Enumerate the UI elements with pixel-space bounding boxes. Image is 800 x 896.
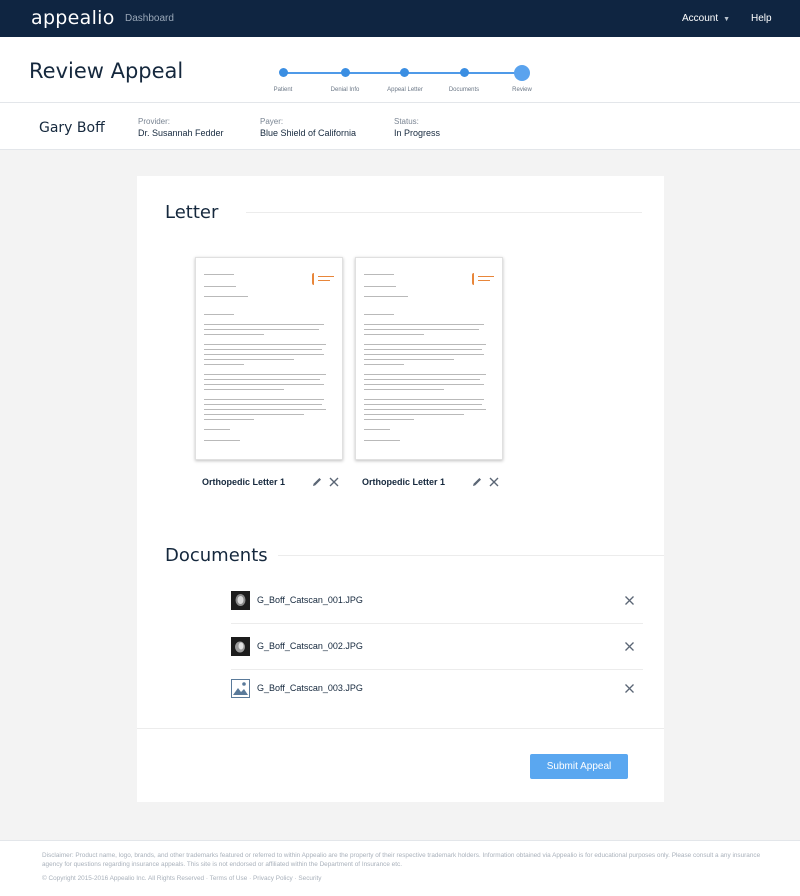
provider-label: Provider:: [138, 117, 171, 126]
step-dot-patient[interactable]: [279, 68, 288, 77]
payer-label: Payer:: [260, 117, 284, 126]
step-label-review: Review: [512, 87, 532, 93]
brand-logo[interactable]: appealio: [31, 7, 115, 29]
footer-disclaimer: Disclaimer: Product name, logo, brands, …: [42, 852, 761, 868]
nav-help-link[interactable]: Help: [751, 13, 772, 24]
step-label-appeal-letter: Appeal Letter: [387, 87, 423, 93]
letter-name-2: Orthopedic Letter 1: [362, 477, 446, 487]
delete-letter-icon[interactable]: [328, 476, 340, 488]
step-dot-documents[interactable]: [460, 68, 469, 77]
edit-pencil-icon[interactable]: [471, 476, 483, 488]
letter-section-title: Letter: [165, 202, 219, 223]
page-header: Review Appeal Patient Denial Info Appeal…: [0, 37, 800, 103]
document-name[interactable]: G_Boff_Catscan_003.JPG: [257, 683, 363, 693]
letter-name-1: Orthopedic Letter 1: [202, 477, 286, 487]
remove-document-icon[interactable]: [624, 595, 635, 606]
remove-document-icon[interactable]: [624, 641, 635, 652]
nav-account-menu[interactable]: Account ▼: [682, 13, 730, 24]
letter-logo: [312, 273, 334, 285]
patient-info-bar: Gary Boff Provider: Dr. Susannah Fedder …: [0, 103, 800, 150]
letter-preview-1[interactable]: [195, 257, 343, 460]
progress-stepper: Patient Denial Info Appeal Letter Docume…: [0, 37, 800, 103]
document-name[interactable]: G_Boff_Catscan_001.JPG: [257, 595, 363, 605]
patient-name: Gary Boff: [39, 120, 105, 136]
remove-document-icon[interactable]: [624, 683, 635, 694]
chevron-down-icon: ▼: [723, 16, 731, 23]
delete-letter-icon[interactable]: [488, 476, 500, 488]
footer-copyright: © Copyright 2015-2016 Appealio Inc. All …: [42, 875, 322, 882]
image-placeholder-icon: [231, 679, 250, 698]
nav-dashboard-link[interactable]: Dashboard: [125, 13, 174, 24]
document-row: G_Boff_Catscan_001.JPG: [231, 578, 643, 624]
status-label: Status:: [394, 117, 419, 126]
step-label-patient: Patient: [273, 87, 293, 93]
xray-thumbnail: [231, 637, 250, 656]
step-dot-review[interactable]: [514, 65, 530, 81]
step-label-documents: Documents: [448, 87, 480, 93]
payer-value: Blue Shield of California: [260, 128, 357, 138]
submit-appeal-button[interactable]: Submit Appeal: [530, 754, 628, 779]
documents-title-rule: [278, 555, 664, 556]
provider-value: Dr. Susannah Fedder: [138, 128, 224, 138]
document-row: G_Boff_Catscan_002.JPG: [231, 624, 643, 670]
status-value: In Progress: [394, 128, 441, 138]
card-divider: [137, 728, 664, 729]
letter-title-rule: [246, 212, 642, 213]
edit-pencil-icon[interactable]: [311, 476, 323, 488]
footer: Disclaimer: Product name, logo, brands, …: [0, 840, 800, 896]
step-dot-appeal-letter[interactable]: [400, 68, 409, 77]
nav-account-label: Account: [682, 13, 719, 24]
top-navbar: appealio Dashboard Account ▼ Help: [0, 0, 800, 37]
letter-preview-2[interactable]: [355, 257, 503, 460]
step-dot-denial-info[interactable]: [341, 68, 350, 77]
xray-thumbnail: [231, 591, 250, 610]
letter-logo: [472, 273, 494, 285]
document-name[interactable]: G_Boff_Catscan_002.JPG: [257, 641, 363, 651]
step-label-denial-info: Denial Info: [330, 87, 360, 93]
document-row: G_Boff_Catscan_003.JPG: [231, 666, 643, 712]
documents-section-title: Documents: [165, 545, 268, 566]
